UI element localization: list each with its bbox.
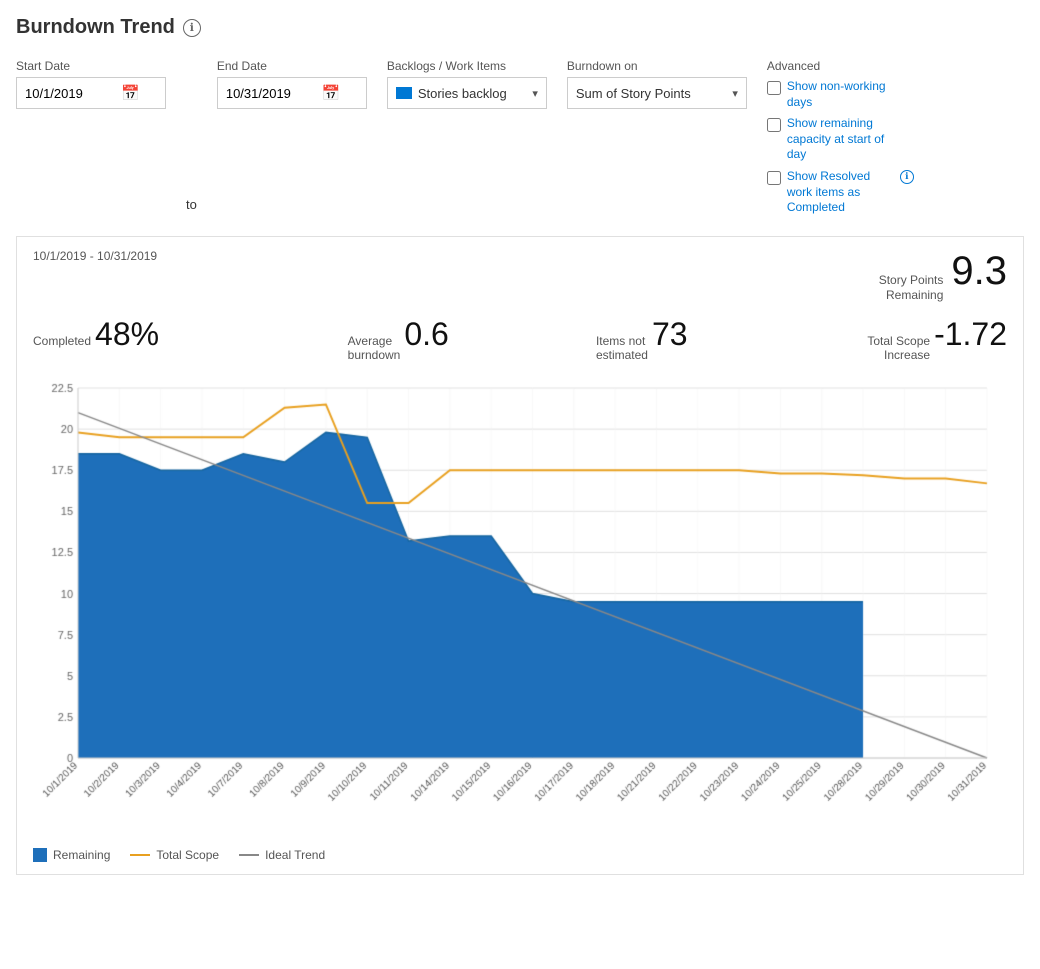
legend-remaining-swatch [33, 848, 47, 862]
start-date-calendar-icon[interactable]: 📅 [121, 84, 140, 102]
backlog-icon [396, 87, 412, 99]
story-points-label: Story PointsRemaining [879, 273, 944, 304]
show-remaining-capacity-label[interactable]: Show remaining capacity at start of day [787, 116, 897, 163]
legend-ideal-trend-label: Ideal Trend [265, 848, 325, 862]
completed-value: 48% [95, 316, 159, 353]
total-scope-value: -1.72 [934, 316, 1007, 353]
chart-area [33, 378, 1007, 838]
start-date-group: Start Date 📅 [16, 59, 166, 109]
burndown-chart-canvas [33, 378, 1007, 838]
story-points-remaining: Story PointsRemaining 9.3 [879, 249, 1007, 304]
show-resolved-label-wrap: Show Resolved work items as Completed ℹ [787, 169, 914, 216]
checkbox-row-2: Show remaining capacity at start of day [767, 116, 914, 163]
metrics-row: Completed 48% Averageburndown 0.6 Items … [33, 316, 1007, 362]
checkbox-row-1: Show non-working days [767, 79, 914, 110]
legend-ideal-trend-swatch [239, 854, 259, 856]
legend-ideal-trend: Ideal Trend [239, 848, 325, 862]
backlogs-label: Backlogs / Work Items [387, 59, 547, 73]
avg-burndown-value: 0.6 [404, 316, 448, 353]
items-not-estimated-label: Items notestimated [596, 334, 648, 362]
chart-container: 10/1/2019 - 10/31/2019 Story PointsRemai… [16, 236, 1024, 875]
backlogs-chevron-icon: ▾ [532, 87, 538, 100]
start-date-input[interactable] [25, 86, 115, 101]
legend-total-scope-swatch [130, 854, 150, 856]
start-date-label: Start Date [16, 59, 166, 73]
end-date-input-wrap[interactable]: 📅 [217, 77, 367, 109]
completed-label: Completed [33, 334, 91, 348]
burndown-label: Burndown on [567, 59, 747, 73]
end-date-input[interactable] [226, 86, 316, 101]
items-not-estimated-metric: Items notestimated 73 [520, 316, 764, 362]
start-date-input-wrap[interactable]: 📅 [16, 77, 166, 109]
items-not-estimated-value: 73 [652, 316, 688, 353]
show-non-working-days-checkbox[interactable] [767, 81, 781, 95]
avg-burndown-metric: Averageburndown 0.6 [277, 316, 521, 362]
backlogs-group: Backlogs / Work Items Stories backlog ▾ [387, 59, 547, 109]
chart-legend: Remaining Total Scope Ideal Trend [33, 848, 1007, 862]
end-date-group: End Date 📅 [217, 59, 367, 109]
total-scope-metric: Total ScopeIncrease -1.72 [764, 316, 1008, 362]
burndown-group: Burndown on Sum of Story Points ▾ [567, 59, 747, 109]
completed-metric: Completed 48% [33, 316, 277, 353]
burndown-dropdown[interactable]: Sum of Story Points ▾ [567, 77, 747, 109]
advanced-label: Advanced [767, 59, 914, 73]
burndown-value: Sum of Story Points [576, 86, 726, 101]
checkbox-row-3: Show Resolved work items as Completed ℹ [767, 169, 914, 216]
total-scope-label: Total ScopeIncrease [867, 334, 930, 362]
controls-bar: Start Date 📅 to End Date 📅 Backlogs / Wo… [16, 59, 1024, 220]
title-info-icon[interactable]: ℹ [183, 19, 201, 37]
show-non-working-days-label[interactable]: Show non-working days [787, 79, 897, 110]
end-date-calendar-icon[interactable]: 📅 [322, 84, 341, 102]
legend-total-scope: Total Scope [130, 848, 219, 862]
advanced-group: Advanced Show non-working days Show rema… [767, 59, 914, 220]
backlogs-dropdown[interactable]: Stories backlog ▾ [387, 77, 547, 109]
legend-total-scope-label: Total Scope [156, 848, 219, 862]
chart-header: 10/1/2019 - 10/31/2019 Story PointsRemai… [33, 249, 1007, 304]
resolved-info-icon[interactable]: ℹ [900, 170, 914, 184]
page-title-section: Burndown Trend ℹ [16, 16, 1024, 39]
end-date-label: End Date [217, 59, 367, 73]
chart-date-range: 10/1/2019 - 10/31/2019 [33, 249, 157, 263]
show-resolved-checkbox[interactable] [767, 171, 781, 185]
burndown-chevron-icon: ▾ [732, 87, 738, 100]
legend-remaining: Remaining [33, 848, 110, 862]
to-label: to [186, 197, 197, 220]
show-resolved-label[interactable]: Show Resolved work items as Completed [787, 169, 897, 216]
legend-remaining-label: Remaining [53, 848, 110, 862]
backlogs-value: Stories backlog [418, 86, 526, 101]
page-title: Burndown Trend [16, 16, 175, 39]
avg-burndown-label: Averageburndown [348, 334, 401, 362]
story-points-value: 9.3 [951, 249, 1007, 294]
show-remaining-capacity-checkbox[interactable] [767, 118, 781, 132]
